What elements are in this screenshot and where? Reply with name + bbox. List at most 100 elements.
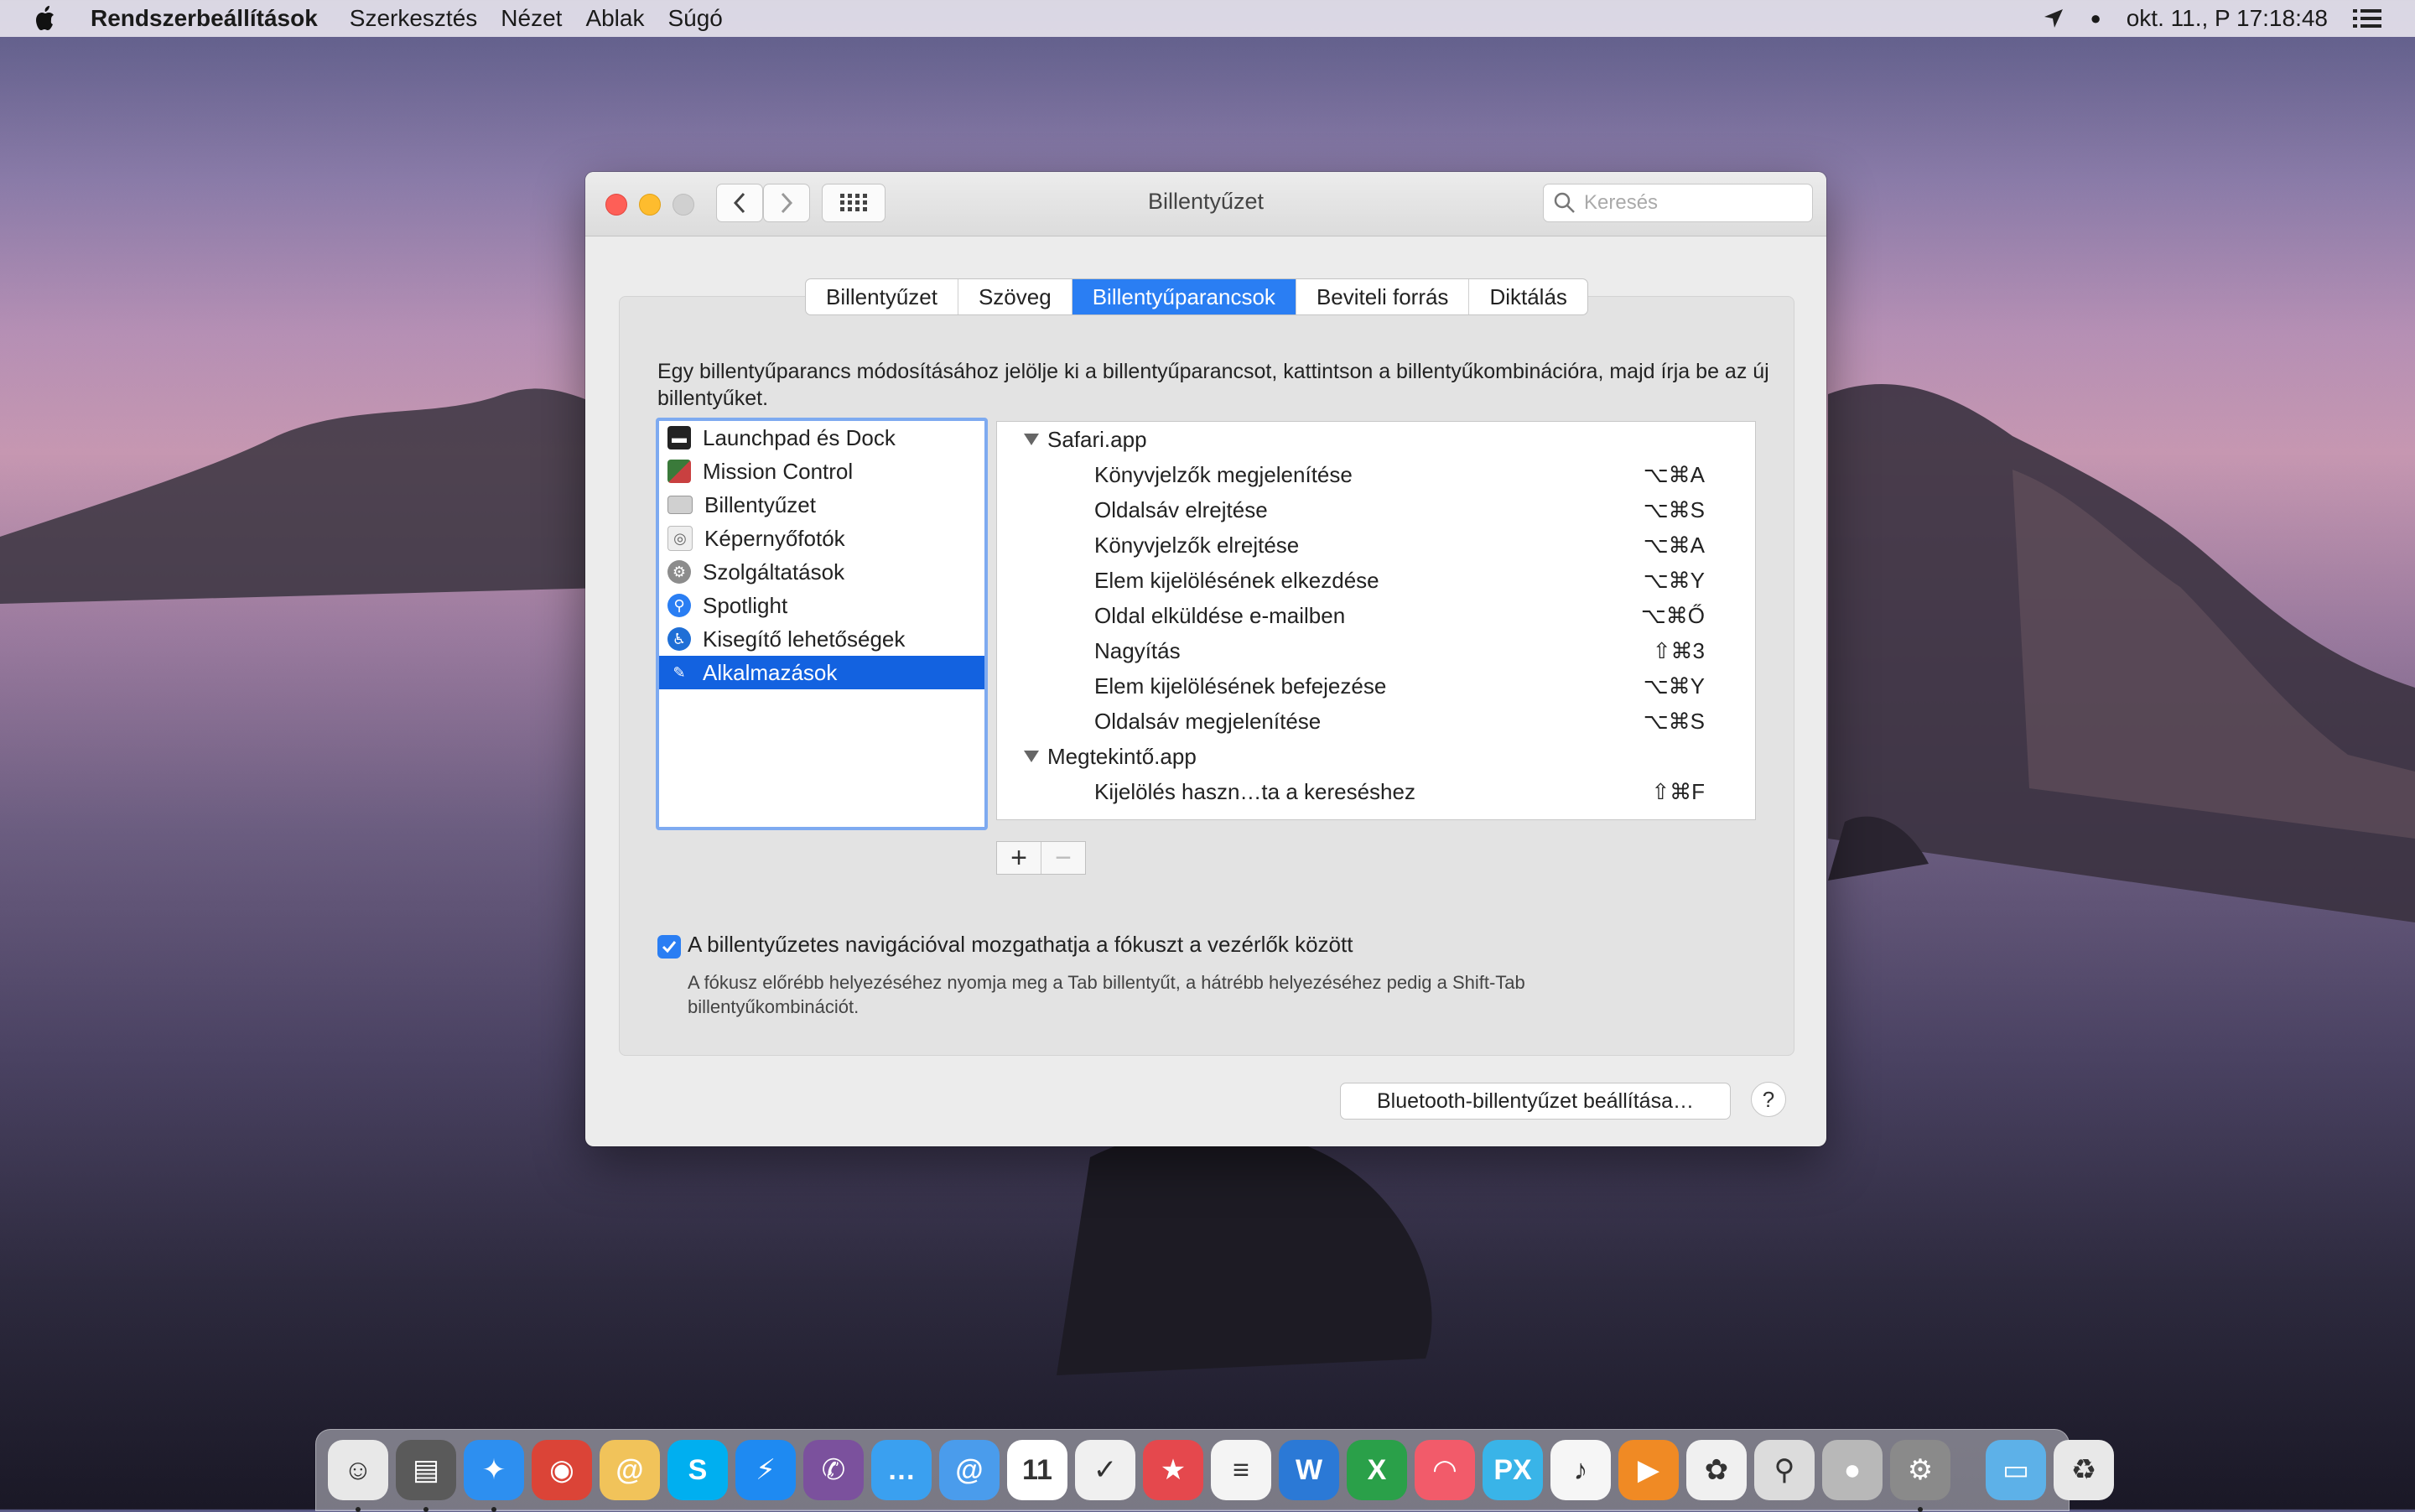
- disclosure-triangle-icon[interactable]: [1024, 751, 1039, 762]
- mail-icon[interactable]: @: [939, 1440, 1000, 1500]
- text-editor-icon[interactable]: ≡: [1211, 1440, 1271, 1500]
- shortcut-row[interactable]: Könyvjelzők elrejtése ⌥⌘A: [997, 527, 1755, 563]
- shortcut-key[interactable]: ⌥⌘Y: [1644, 673, 1705, 699]
- menu-edit[interactable]: Szerkesztés: [350, 5, 478, 32]
- shortcut-key[interactable]: ⇧⌘F: [1651, 779, 1705, 805]
- mission-control-icon: [667, 460, 691, 483]
- shortcut-key[interactable]: ⌥⌘S: [1644, 497, 1705, 523]
- menu-window[interactable]: Ablak: [585, 5, 644, 32]
- add-remove-buttons: + −: [996, 841, 1086, 875]
- search-icon[interactable]: ⚲: [1754, 1440, 1815, 1500]
- keyboard-navigation-checkbox[interactable]: [657, 935, 681, 959]
- spotlight-icon: ⚲: [667, 594, 691, 617]
- add-shortcut-button[interactable]: +: [997, 842, 1041, 874]
- menu-view[interactable]: Nézet: [501, 5, 562, 32]
- messages-icon[interactable]: …: [871, 1440, 932, 1500]
- mail-stamp-icon[interactable]: @: [600, 1440, 660, 1500]
- title-bar: Billentyűzet Keresés: [585, 172, 1826, 236]
- category-item[interactable]: ▬ Launchpad és Dock: [659, 421, 984, 455]
- category-item[interactable]: ⚙ Szolgáltatások: [659, 555, 984, 589]
- location-icon[interactable]: [2043, 8, 2064, 29]
- dock: ☺ ▤ ✦ ◉ @ S ⚡ ✆… @11 ✓ ★ ≡ W X ◠ PX ♪ ▶ ✿ ⚲ ● ⚙ ▭ ♻: [315, 1429, 2114, 1512]
- tab-text[interactable]: Szöveg: [958, 279, 1072, 314]
- word-icon[interactable]: W: [1279, 1440, 1339, 1500]
- shortcut-row[interactable]: Kijelölés haszn…ta a kereséshez ⇧⌘F: [997, 774, 1755, 809]
- shortcut-row[interactable]: Elem kijelölésének elkezdése ⌥⌘Y: [997, 563, 1755, 598]
- tab-keyboard[interactable]: Billentyűzet: [806, 279, 958, 314]
- category-item-selected[interactable]: ✎ Alkalmazások: [659, 656, 984, 689]
- shortcut-key[interactable]: ⇧⌘3: [1653, 638, 1705, 664]
- infuse-icon[interactable]: ▶: [1618, 1440, 1679, 1500]
- category-list[interactable]: ▬ Launchpad és Dock Mission Control Bill…: [656, 418, 988, 830]
- search-placeholder: Keresés: [1584, 191, 1659, 214]
- disclosure-triangle-icon[interactable]: [1024, 434, 1039, 445]
- messenger-icon[interactable]: ⚡: [735, 1440, 796, 1500]
- viber-icon[interactable]: ✆: [803, 1440, 864, 1500]
- tab-input-sources[interactable]: Beviteli forrás: [1296, 279, 1470, 314]
- shortcut-group-row[interactable]: Safari.app: [997, 422, 1755, 457]
- keyboard-icon: [667, 496, 693, 514]
- bluetooth-keyboard-setup-button[interactable]: Bluetooth-billentyűzet beállítása…: [1340, 1083, 1731, 1120]
- accessibility-icon: ♿: [667, 627, 691, 651]
- chrome-icon[interactable]: ◉: [532, 1440, 592, 1500]
- status-dot-icon[interactable]: ●: [2090, 8, 2101, 29]
- shortcut-key[interactable]: ⌥⌘Ő: [1641, 603, 1705, 629]
- keyboard-preferences-window: Billentyűzet Keresés Billentyűzet Szöveg…: [585, 172, 1826, 1146]
- finder-icon[interactable]: ☺: [328, 1440, 388, 1512]
- keyboard-navigation-help: A fókusz előrébb helyezéséhez nyomja meg…: [688, 972, 1525, 1017]
- search-icon: [1554, 192, 1575, 213]
- shortcut-row[interactable]: Oldalsáv elrejtése ⌥⌘S: [997, 492, 1755, 527]
- reeder-icon[interactable]: ★: [1143, 1440, 1203, 1500]
- running-indicator: [356, 1507, 361, 1512]
- safari-icon[interactable]: ✦: [464, 1440, 524, 1512]
- running-indicator: [491, 1507, 496, 1512]
- apple-icon[interactable]: ●: [1822, 1440, 1883, 1500]
- tab-bar: Billentyűzet Szöveg Billentyűparancsok B…: [805, 278, 1588, 315]
- category-item[interactable]: Mission Control: [659, 455, 984, 488]
- shortcut-row[interactable]: Nagyítás ⇧⌘3: [997, 633, 1755, 668]
- remove-shortcut-button: −: [1041, 842, 1085, 874]
- shortcut-key[interactable]: ⌥⌘A: [1644, 462, 1705, 488]
- folder-icon[interactable]: ▭: [1986, 1440, 2046, 1500]
- shortcut-group-row[interactable]: Megtekintő.app: [997, 739, 1755, 774]
- shortcut-list[interactable]: Safari.app Könyvjelzők megjelenítése ⌥⌘A …: [996, 421, 1756, 820]
- photos-icon[interactable]: ✿: [1686, 1440, 1747, 1500]
- disk-utility-icon[interactable]: ▤: [396, 1440, 456, 1512]
- menubar-clock[interactable]: okt. 11., P 17:18:48: [2127, 5, 2328, 32]
- system-preferences-icon[interactable]: ⚙: [1890, 1440, 1950, 1512]
- shortcut-row[interactable]: Oldalsáv megjelenítése ⌥⌘S: [997, 704, 1755, 739]
- search-field[interactable]: Keresés: [1543, 184, 1813, 222]
- excel-icon[interactable]: X: [1347, 1440, 1407, 1500]
- keyboard-navigation-label[interactable]: A billentyűzetes navigációval mozgathatj…: [688, 932, 1353, 958]
- checkmark-icon: [662, 941, 677, 953]
- app-menu[interactable]: Rendszerbeállítások: [91, 5, 318, 32]
- tab-shortcuts[interactable]: Billentyűparancsok: [1072, 279, 1296, 314]
- notification-center-icon[interactable]: [2353, 8, 2381, 29]
- running-indicator: [1918, 1507, 1923, 1512]
- app-store-icon: ✎: [673, 663, 686, 681]
- apple-menu-icon[interactable]: [34, 4, 59, 33]
- shortcut-row[interactable]: Oldal elküldése e-mailben ⌥⌘Ő: [997, 598, 1755, 633]
- screenshot-icon: ◎: [667, 526, 693, 551]
- lips-icon[interactable]: ◠: [1415, 1440, 1475, 1500]
- category-item[interactable]: ⚲ Spotlight: [659, 589, 984, 622]
- shortcut-row[interactable]: Elem kijelölésének befejezése ⌥⌘Y: [997, 668, 1755, 704]
- trash-icon[interactable]: ♻: [2054, 1440, 2114, 1500]
- pixelmator-icon[interactable]: PX: [1483, 1440, 1543, 1500]
- help-button[interactable]: ?: [1751, 1082, 1786, 1117]
- shortcut-key[interactable]: ⌥⌘Y: [1644, 568, 1705, 594]
- tab-dictation[interactable]: Diktálás: [1469, 279, 1587, 314]
- shortcut-row[interactable]: Könyvjelzők megjelenítése ⌥⌘A: [997, 457, 1755, 492]
- skype-icon[interactable]: S: [667, 1440, 728, 1500]
- menu-bar: Rendszerbeállítások Szerkesztés Nézet Ab…: [0, 0, 2415, 37]
- category-item[interactable]: ♿ Kisegítő lehetőségek: [659, 622, 984, 656]
- running-indicator: [423, 1507, 428, 1512]
- music-icon[interactable]: ♪: [1550, 1440, 1611, 1500]
- menu-help[interactable]: Súgó: [667, 5, 722, 32]
- tasks-icon[interactable]: ✓: [1075, 1440, 1135, 1500]
- calendar-icon[interactable]: 11: [1007, 1440, 1067, 1500]
- category-item[interactable]: Billentyűzet: [659, 488, 984, 522]
- category-item[interactable]: ◎ Képernyőfotók: [659, 522, 984, 555]
- shortcut-key[interactable]: ⌥⌘A: [1644, 533, 1705, 559]
- shortcut-key[interactable]: ⌥⌘S: [1644, 709, 1705, 735]
